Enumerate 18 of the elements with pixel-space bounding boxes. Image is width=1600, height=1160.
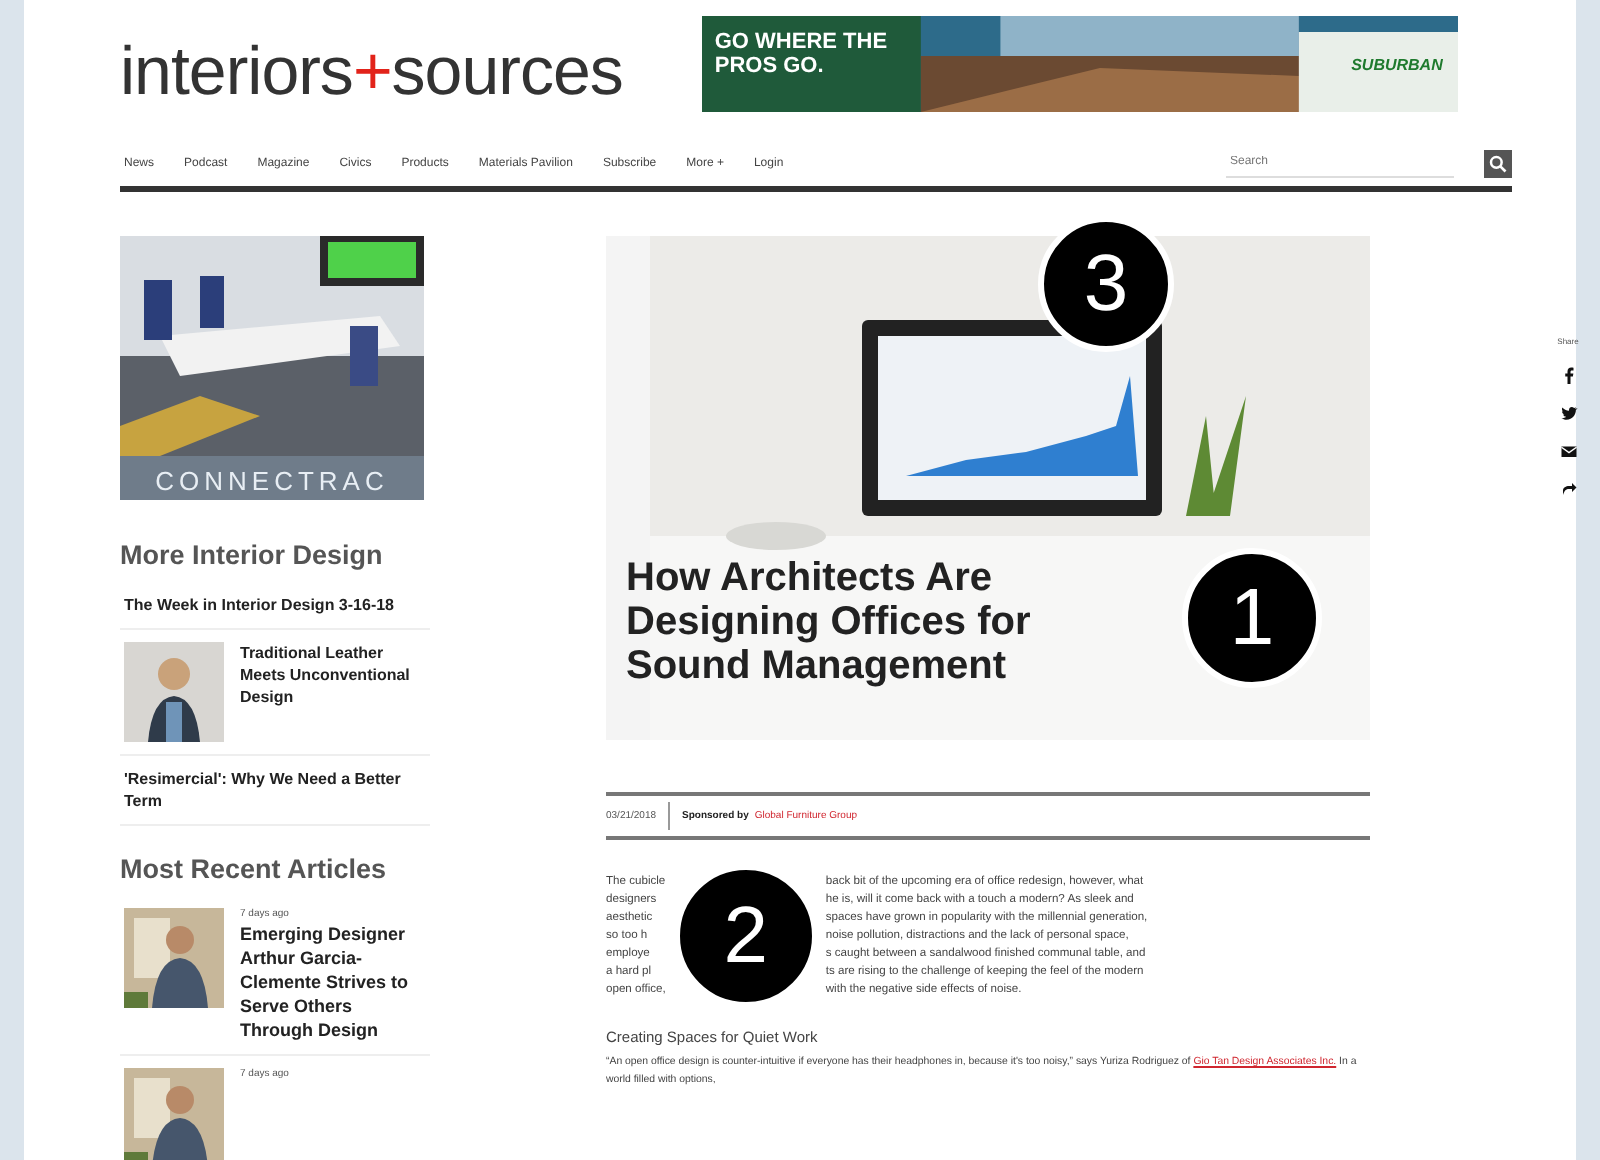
bird-icon[interactable] xyxy=(1559,404,1577,422)
ad-headline: GO WHERE THE PROS GO. xyxy=(714,30,890,78)
section-heading: More Interior Design xyxy=(120,540,385,570)
ad-brand: SUBURBAN xyxy=(1351,56,1443,74)
ad-banner[interactable]: GO WHERE THE PROS GO. SUBURBAN xyxy=(702,16,1459,112)
sidebar-ad[interactable]: CONNECTRAC xyxy=(120,236,424,500)
article-link[interactable]: Traditional Leather Meets Unconventional Design xyxy=(240,642,426,708)
ad-caption: CONNECTRAC xyxy=(153,466,391,496)
article-link[interactable]: 'Resimercial': Why We Need a Better Term xyxy=(124,768,426,812)
site-logo[interactable]: interiors+sources xyxy=(120,29,623,111)
article-link[interactable]: The Week in Interior Design 3-16-18 xyxy=(124,594,395,616)
email-icon[interactable] xyxy=(1559,442,1577,460)
article-title: How Architects Are Designing Offices for Sound Management xyxy=(626,556,1033,688)
section-heading: Most Recent Articles xyxy=(120,854,389,884)
share-icon[interactable] xyxy=(1559,480,1577,498)
search-button[interactable] xyxy=(1484,149,1512,177)
article-link[interactable]: Emerging Designer Arthur Garcia-Clemente Strives to Serve Others Through Design xyxy=(240,922,426,1042)
facebook-icon[interactable] xyxy=(1559,366,1577,384)
